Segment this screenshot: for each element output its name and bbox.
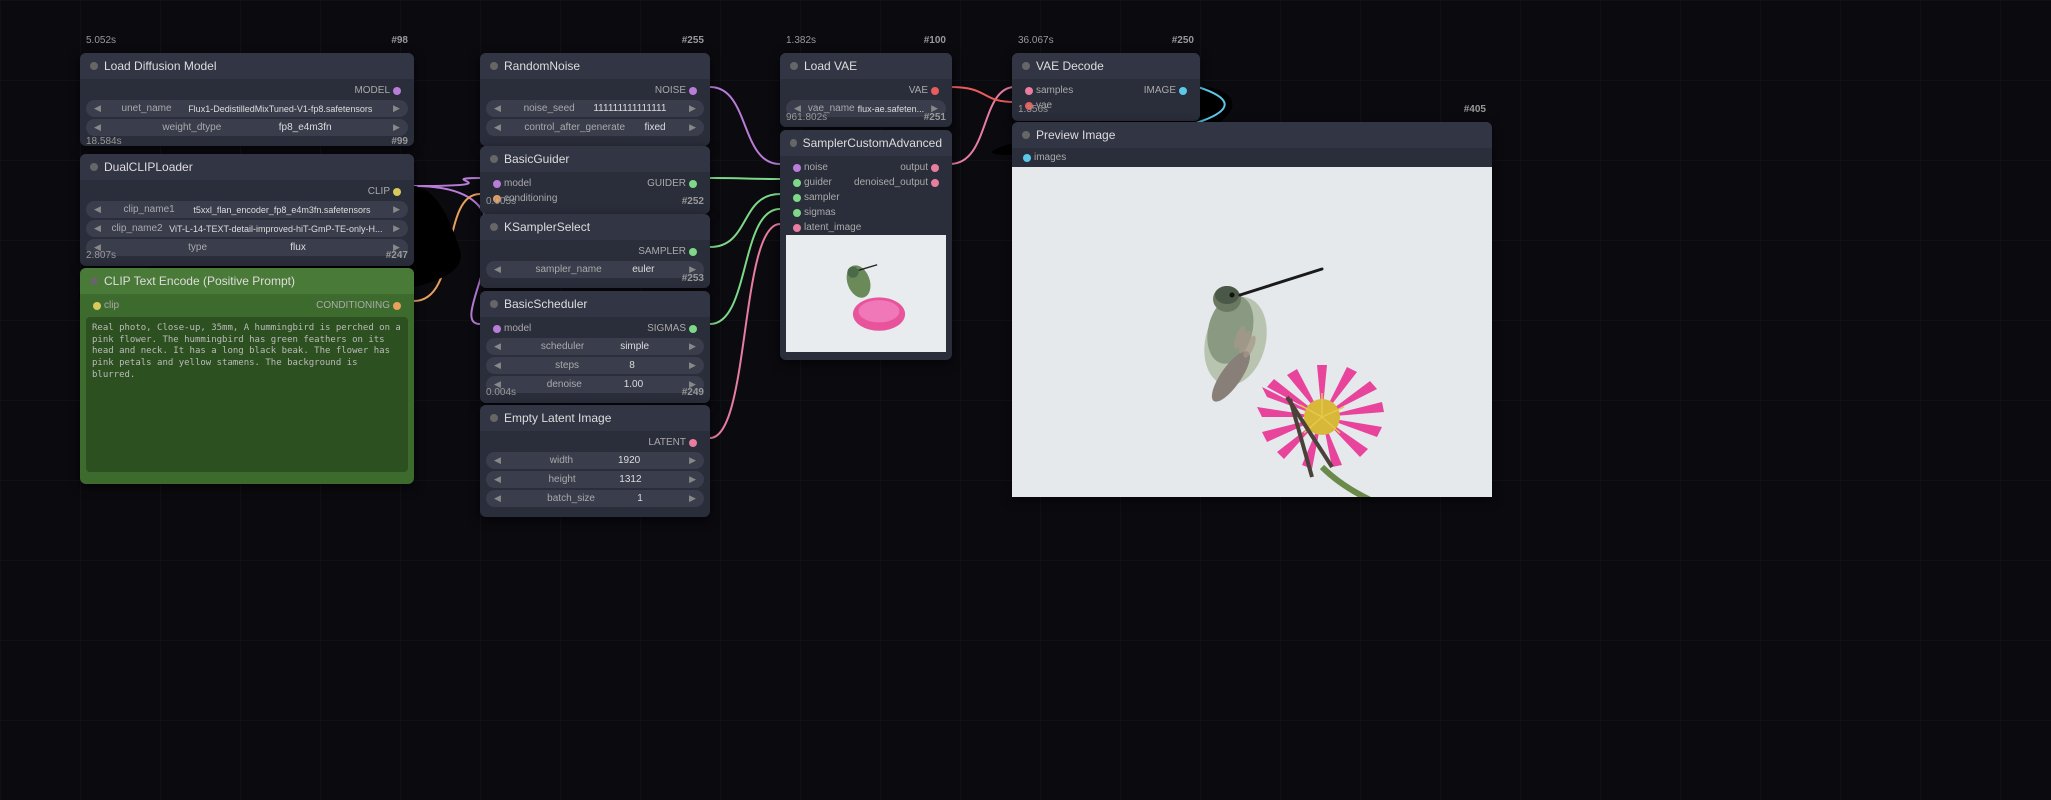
node-time: 0.004s bbox=[486, 387, 516, 398]
input-port-images[interactable] bbox=[1023, 154, 1031, 162]
input-port-latent-image[interactable] bbox=[793, 224, 801, 232]
widget-weight-dtype[interactable]: ◀weight_dtypefp8_e4m3fn▶ bbox=[86, 119, 408, 136]
output-label: NOISE bbox=[655, 85, 686, 96]
output-port-clip[interactable] bbox=[393, 188, 401, 196]
output-label: CONDITIONING bbox=[316, 300, 390, 311]
widget-height[interactable]: ◀height1312▶ bbox=[486, 471, 704, 488]
node-ksampler-select[interactable]: 0.005s #252 KSamplerSelect SAMPLER ◀samp… bbox=[480, 214, 710, 288]
input-port-noise[interactable] bbox=[793, 164, 801, 172]
chevron-right-icon: ▶ bbox=[393, 103, 400, 114]
widget-steps[interactable]: ◀steps8▶ bbox=[486, 357, 704, 374]
node-title[interactable]: Load Diffusion Model bbox=[80, 53, 414, 79]
node-id-badge: #249 bbox=[682, 387, 704, 398]
input-port-clip[interactable] bbox=[93, 302, 101, 310]
output-port-output[interactable] bbox=[931, 164, 939, 172]
output-port-image[interactable] bbox=[1179, 87, 1187, 95]
node-sampler-custom-advanced[interactable]: 961.802s #251 SamplerCustomAdvanced nois… bbox=[780, 130, 952, 360]
input-port-guider[interactable] bbox=[793, 179, 801, 187]
node-id-badge: #405 bbox=[1464, 104, 1486, 115]
node-title[interactable]: Preview Image bbox=[1012, 122, 1492, 148]
output-port-sampler[interactable] bbox=[689, 248, 697, 256]
widget-unet-name[interactable]: ◀unet_nameFlux1-DedistilledMixTuned-V1-f… bbox=[86, 100, 408, 117]
input-port-model[interactable] bbox=[493, 180, 501, 188]
node-time: 0.005s bbox=[486, 196, 516, 207]
chevron-left-icon: ◀ bbox=[94, 122, 101, 133]
output-label: CLIP bbox=[368, 186, 390, 197]
widget-scheduler[interactable]: ◀schedulersimple▶ bbox=[486, 338, 704, 355]
prompt-textarea[interactable]: Real photo, Close-up, 35mm, A hummingbir… bbox=[86, 317, 408, 472]
input-port-model[interactable] bbox=[493, 325, 501, 333]
output-port-guider[interactable] bbox=[689, 180, 697, 188]
preview-thumbnail bbox=[786, 235, 946, 352]
node-id-badge: #253 bbox=[682, 273, 704, 284]
node-clip-text-encode[interactable]: 2.807s #247 CLIP Text Encode (Positive P… bbox=[80, 268, 414, 484]
node-preview-image[interactable]: 1.356s #405 Preview Image images bbox=[1012, 122, 1492, 497]
node-title[interactable]: DualCLIPLoader bbox=[80, 154, 414, 180]
widget-type[interactable]: ◀typeflux▶ bbox=[86, 239, 408, 256]
input-port-samples[interactable] bbox=[1025, 87, 1033, 95]
node-title[interactable]: KSamplerSelect bbox=[480, 214, 710, 240]
node-title[interactable]: BasicScheduler bbox=[480, 291, 710, 317]
widget-sampler-name[interactable]: ◀sampler_nameeuler▶ bbox=[486, 261, 704, 278]
node-time: 2.807s bbox=[86, 250, 116, 261]
chevron-left-icon: ◀ bbox=[94, 103, 101, 114]
node-load-diffusion-model[interactable]: 5.052s #98 Load Diffusion Model MODEL ◀u… bbox=[80, 53, 414, 146]
node-title[interactable]: VAE Decode bbox=[1012, 53, 1200, 79]
widget-noise-seed[interactable]: ◀noise_seed111111111111111▶ bbox=[486, 100, 704, 117]
node-id-badge: #247 bbox=[386, 250, 408, 261]
output-port-denoised[interactable] bbox=[931, 179, 939, 187]
preview-output-image bbox=[1012, 167, 1492, 497]
output-port-sigmas[interactable] bbox=[689, 325, 697, 333]
chevron-right-icon: ▶ bbox=[393, 122, 400, 133]
node-id-badge: #255 bbox=[682, 35, 704, 46]
output-port-conditioning[interactable] bbox=[393, 302, 401, 310]
node-dual-clip-loader[interactable]: 18.584s #99 DualCLIPLoader CLIP ◀clip_na… bbox=[80, 154, 414, 266]
node-time: 961.802s bbox=[786, 112, 827, 123]
node-id-badge: #252 bbox=[682, 196, 704, 207]
node-id-badge: #251 bbox=[924, 112, 946, 123]
widget-clip-name2[interactable]: ◀clip_name2ViT-L-14-TEXT-detail-improved… bbox=[86, 220, 408, 237]
node-id-badge: #250 bbox=[1172, 35, 1194, 46]
output-port-latent[interactable] bbox=[689, 439, 697, 447]
input-port-sampler[interactable] bbox=[793, 194, 801, 202]
node-time: 18.584s bbox=[86, 136, 122, 147]
output-port-vae[interactable] bbox=[931, 87, 939, 95]
node-id-badge: #100 bbox=[924, 35, 946, 46]
node-time: 5.052s bbox=[86, 35, 116, 46]
widget-batch-size[interactable]: ◀batch_size1▶ bbox=[486, 490, 704, 507]
node-time: 1.356s bbox=[1018, 104, 1048, 115]
output-port-model[interactable] bbox=[393, 87, 401, 95]
node-time: 1.382s bbox=[786, 35, 816, 46]
node-title[interactable]: BasicGuider bbox=[480, 146, 710, 172]
node-id-badge: #98 bbox=[391, 35, 408, 46]
node-title[interactable]: Empty Latent Image bbox=[480, 405, 710, 431]
output-label: MODEL bbox=[354, 85, 390, 96]
input-port-sigmas[interactable] bbox=[793, 209, 801, 217]
node-title[interactable]: RandomNoise bbox=[480, 53, 710, 79]
output-port-noise[interactable] bbox=[689, 87, 697, 95]
widget-denoise[interactable]: ◀denoise1.00▶ bbox=[486, 376, 704, 393]
node-id-badge: #99 bbox=[391, 136, 408, 147]
node-title[interactable]: CLIP Text Encode (Positive Prompt) bbox=[80, 268, 414, 294]
widget-clip-name1[interactable]: ◀clip_name1t5xxl_flan_encoder_fp8_e4m3fn… bbox=[86, 201, 408, 218]
input-label: clip bbox=[104, 300, 119, 311]
widget-width[interactable]: ◀width1920▶ bbox=[486, 452, 704, 469]
node-time: 36.067s bbox=[1018, 35, 1054, 46]
node-title[interactable]: Load VAE bbox=[780, 53, 952, 79]
node-random-noise[interactable]: #255 RandomNoise NOISE ◀noise_seed111111… bbox=[480, 53, 710, 146]
node-title[interactable]: SamplerCustomAdvanced bbox=[780, 130, 952, 156]
node-empty-latent-image[interactable]: 0.004s #249 Empty Latent Image LATENT ◀w… bbox=[480, 405, 710, 517]
widget-control-after-generate[interactable]: ◀control_after_generatefixed▶ bbox=[486, 119, 704, 136]
